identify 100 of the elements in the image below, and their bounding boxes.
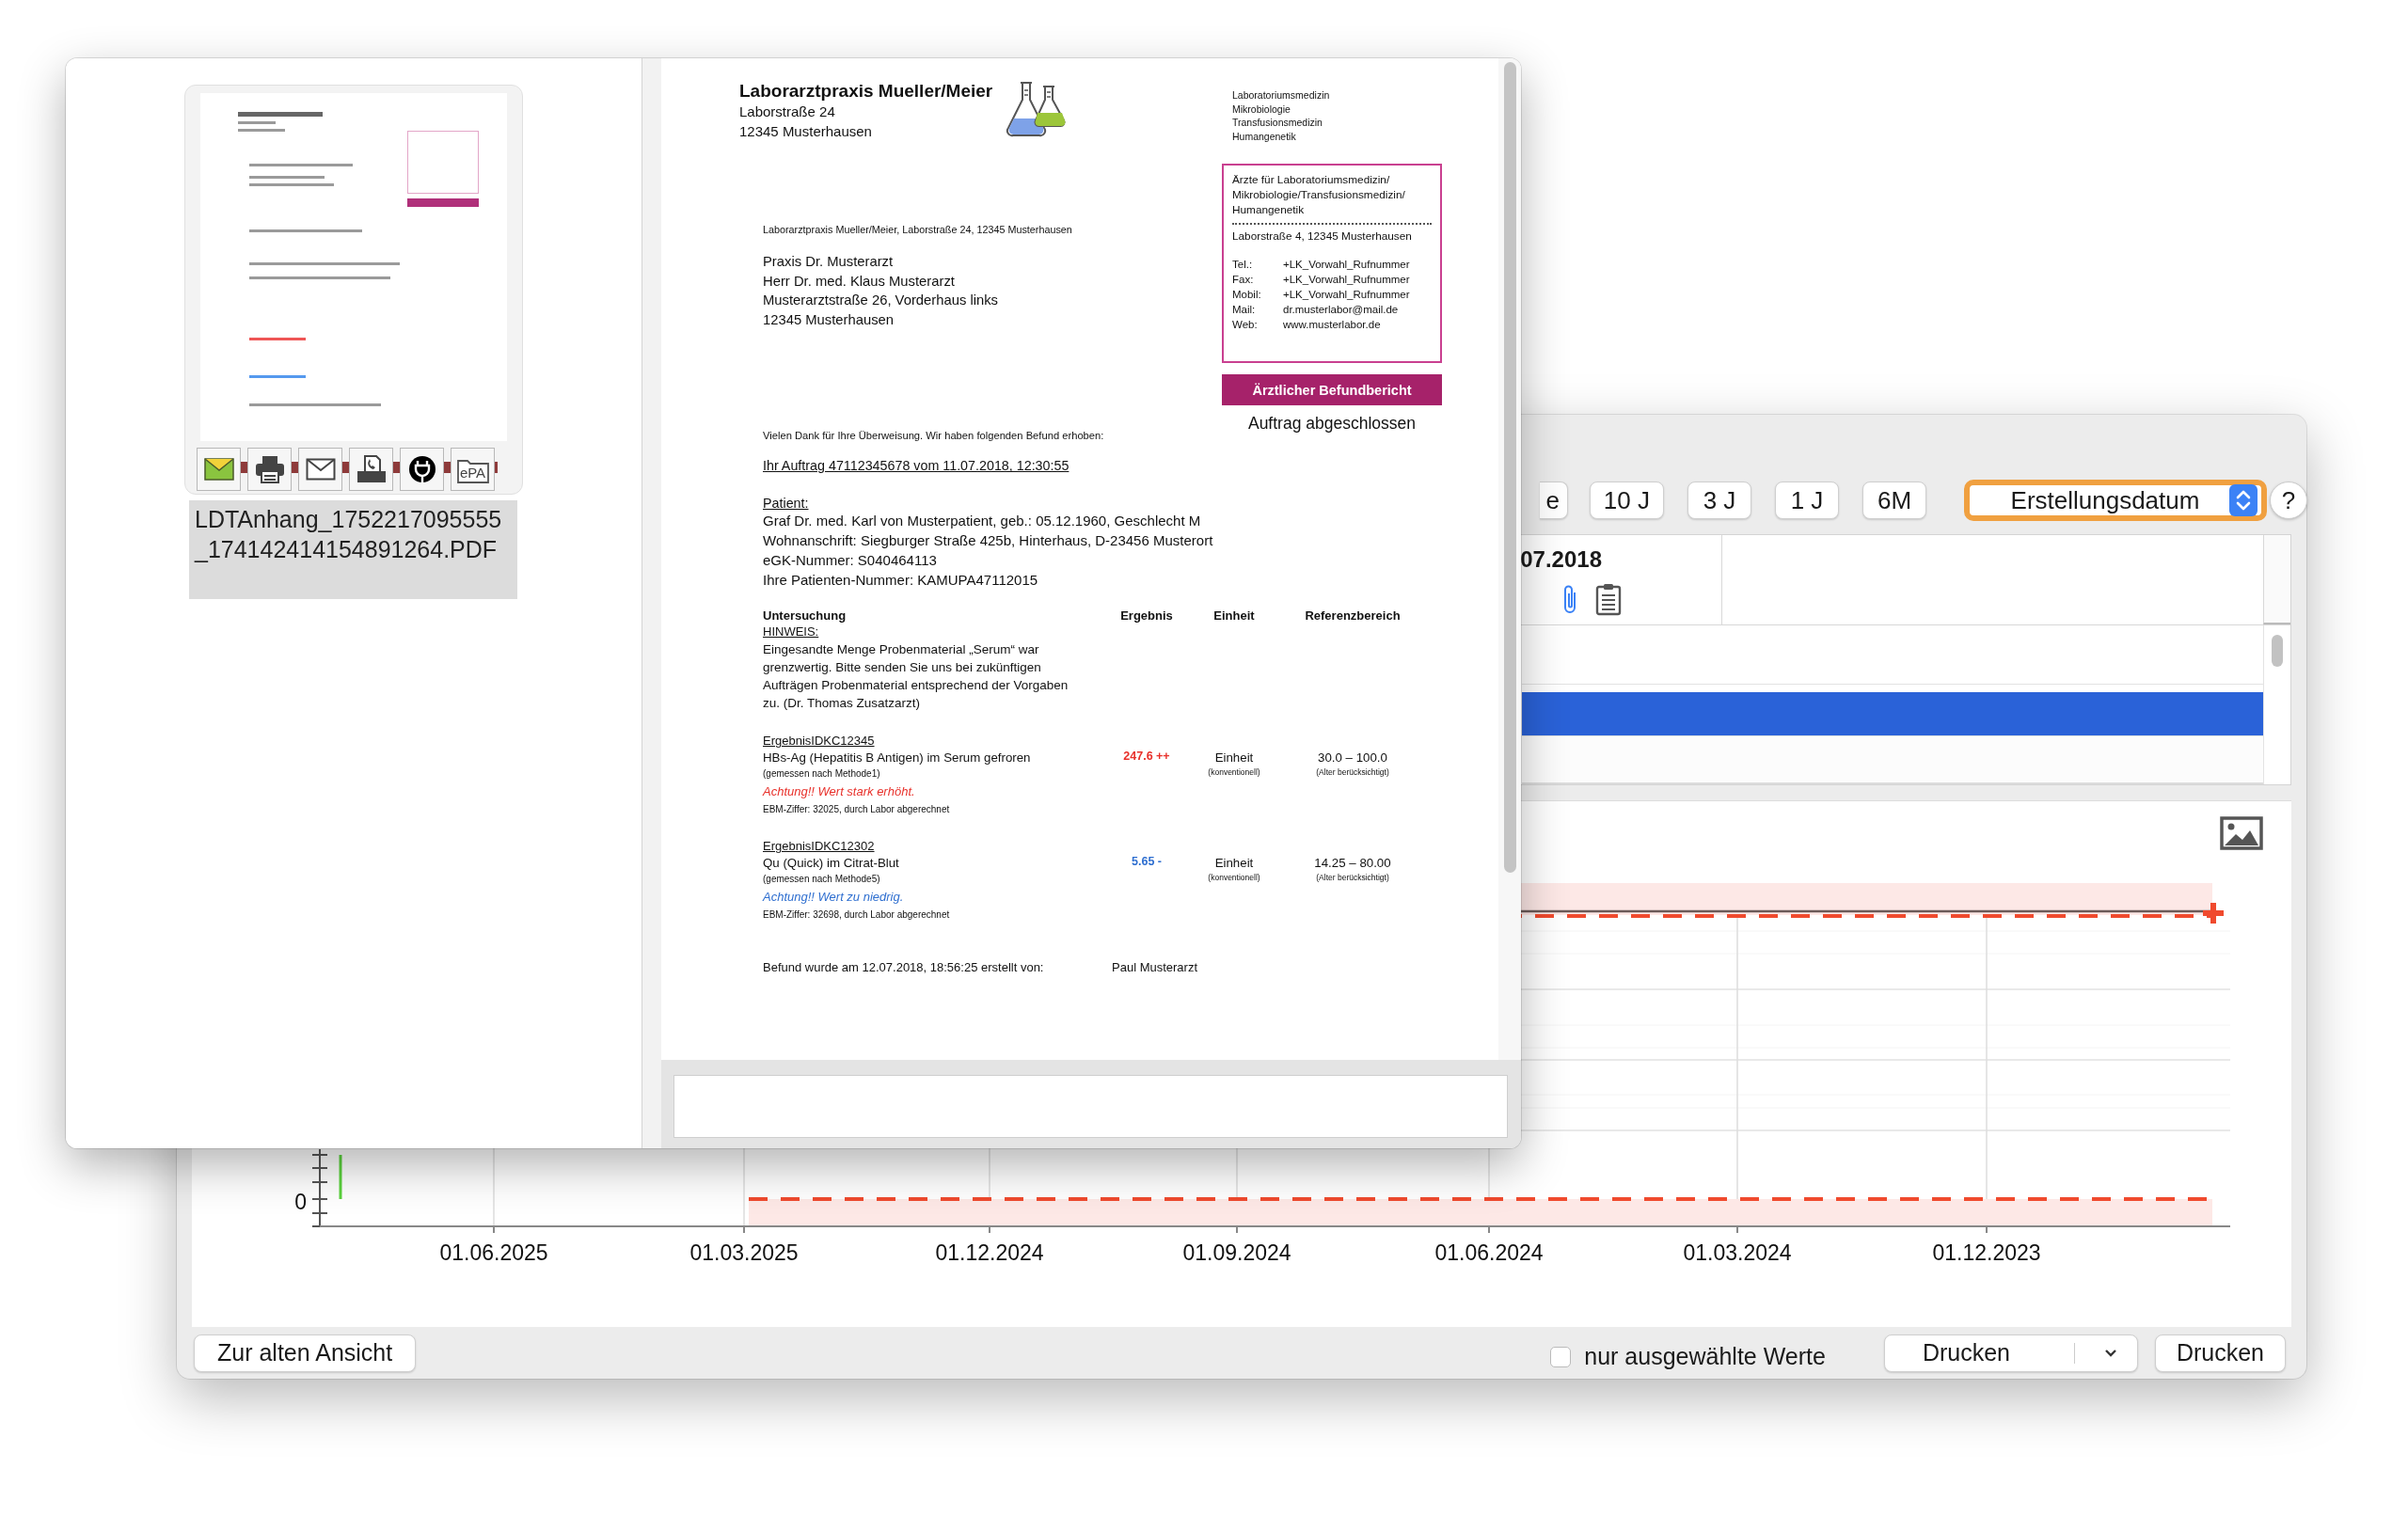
intro-text: Vielen Dank für Ihre Überweisung. Wir haben folgenden Befund erhoben: (763, 430, 1105, 442)
patient-line: Ihre Patienten-Nummer: KAMUPA47112015 (763, 571, 1039, 591)
image-icon[interactable] (2220, 816, 2263, 850)
comment-field[interactable] (673, 1075, 1508, 1138)
order-status: Auftrag abgeschlossen (1246, 414, 1417, 434)
checkbox-label: nur ausgewählte Werte (1584, 1343, 1826, 1370)
contact-label: Fax: (1232, 273, 1255, 288)
specialty-line: Humangenetik (1232, 129, 1297, 144)
test-name: HBs-Ag (Hepatitis B Antigen) im Serum gefroren (763, 750, 1032, 767)
contact-address: Laborstraße 4, 12345 Musterhausen (1232, 229, 1413, 244)
note-text: Eingesandte Menge Probenmaterial „Serum“ war grenzwertig. Bitte senden Sie uns bei zukünftigen Aufträgen Probenmaterial entsprechend der Vorgaben zu. (Dr. Thomas Zusatzarzt) (763, 641, 1069, 713)
unit-note: (konventionell) (1207, 872, 1261, 884)
envelope-icon (298, 448, 342, 491)
measurement-line (339, 1155, 342, 1199)
table-row[interactable] (1522, 692, 2263, 736)
axis-tick-label: 01.12.2024 (935, 1240, 1044, 1265)
patient-line: Wohnanschrift: Siegburger Straße 425b, Hinterhaus, D-23456 Musterort (763, 531, 1214, 551)
contact-title-line: Mikrobiologie/Transfusionsmedizin/ (1232, 187, 1406, 203)
column-header: Referenzbereich (1304, 608, 1402, 624)
unit: Einheit (1213, 750, 1255, 767)
contact-value: +LK_Vorwahl_Rufnummer (1283, 258, 1411, 273)
sort-select[interactable]: Erstellungsdatum (1964, 480, 2267, 521)
column-header: Ergebnis (1119, 608, 1174, 624)
reference-range: 14.25 – 80.00 (1313, 855, 1392, 873)
specialty-line: Transfusionsmedizin (1232, 116, 1323, 130)
plug-icon (400, 448, 444, 491)
patient-line: Graf Dr. med. Karl von Musterpatient, geb.: 05.12.1960, Geschlecht M (763, 512, 1202, 531)
unit: Einheit (1213, 855, 1255, 873)
result-id: ErgebnisIDKC12345 (763, 733, 876, 750)
signature-text: Befund wurde am 12.07.2018, 18:56:25 erstellt von: (763, 960, 1045, 975)
report-type-banner: Ärztlicher Befundbericht (1222, 374, 1442, 406)
column-header: 07.2018 (1520, 546, 1602, 573)
specialty-line: Mikrobiologie (1232, 102, 1291, 117)
printer-icon (247, 448, 292, 491)
recipient-line: 12345 Musterhausen (763, 311, 895, 330)
stepper-icon (2229, 484, 2258, 516)
axis-tick-label: 01.03.2025 (689, 1240, 799, 1265)
axis-tick-label: 0 (294, 1190, 307, 1214)
note-heading: HINWEIS: (763, 624, 820, 641)
section-heading: Patient: (763, 496, 810, 512)
old-view-button[interactable]: Zur alten Ansicht (194, 1334, 417, 1372)
epa-button: ePA (451, 448, 495, 491)
range-button[interactable]: 1 J (1775, 482, 1839, 519)
attachment-card[interactable]: ePA (184, 85, 523, 495)
axis-tick-label: 01.03.2024 (1683, 1240, 1792, 1265)
fax-icon (349, 448, 393, 491)
clipboard-icon (1594, 582, 1623, 616)
result-id: ErgebnisIDKC12302 (763, 838, 876, 856)
data-point-marker (2200, 900, 2226, 926)
address-line: Laborstraße 24 (739, 103, 836, 121)
result-value: 5.65 - (1131, 855, 1163, 869)
contact-title-line: Humangenetik (1232, 202, 1306, 218)
chevron-icon (2102, 1347, 2118, 1359)
print-menu-button[interactable]: Drucken (1883, 1334, 2138, 1372)
contact-title-line: Ärzte für Laboratoriumsmedizin/ (1232, 172, 1391, 188)
patient-line: eGK-Nummer: S040464113 (763, 551, 938, 571)
contact-label: Mobil: (1232, 288, 1262, 303)
range-button[interactable]: e (1539, 482, 1568, 519)
method-note: (gemessen nach Methode5) (763, 873, 881, 887)
recipient-line: Praxis Dr. Musterarzt (763, 253, 895, 271)
column-header: Einheit (1212, 608, 1256, 624)
reference-range: 30.0 – 100.0 (1317, 750, 1388, 767)
billing-note: EBM-Ziffer: 32025, durch Labor abgerechnet (763, 803, 951, 817)
file-name[interactable]: LDTAnhang_1752217095555_174142414154891264.PDF (189, 500, 517, 599)
unit-note: (konventionell) (1207, 766, 1261, 779)
scrollbar-thumb[interactable] (1503, 62, 1516, 873)
address-line: 12345 Musterhausen (739, 122, 873, 141)
specialty-line: Laboratoriumsmedizin (1232, 88, 1331, 103)
range-note: (Alter berücksichtigt) (1315, 766, 1390, 779)
range-button[interactable]: 3 J (1687, 482, 1751, 519)
axis-tick-label: 01.09.2024 (1182, 1240, 1291, 1265)
warning-text: Achtung!! Wert zu niedrig. (763, 889, 905, 907)
range-button[interactable]: 10 J (1589, 482, 1664, 519)
scrollbar-thumb[interactable] (2272, 635, 2283, 667)
axis-tick-label: 01.06.2024 (1434, 1240, 1544, 1265)
contact-label: Web: (1232, 318, 1259, 333)
recipient-line: Herr Dr. med. Klaus Musterarzt (763, 272, 956, 291)
print-button[interactable]: Drucken (2154, 1334, 2286, 1372)
contact-value: +LK_Vorwahl_Rufnummer (1283, 288, 1411, 303)
column-header: Untersuchung (763, 608, 848, 624)
test-name: Qu (Quick) im Citrat-Blut (763, 855, 900, 873)
axis-tick-label: 01.06.2025 (439, 1240, 548, 1265)
contact-value: www.musterlabor.de (1283, 318, 1382, 333)
help-button[interactable]: ? (2270, 482, 2307, 519)
contact-value: +LK_Vorwahl_Rufnummer (1283, 273, 1411, 288)
axis-tick-label: 01.12.2023 (1932, 1240, 2041, 1265)
envelope-icon (197, 448, 241, 491)
warning-text: Achtung!! Wert stark erhöht. (763, 783, 916, 801)
range-note: (Alter berücksichtigt) (1315, 872, 1390, 884)
contact-label: Tel.: (1232, 258, 1254, 273)
author-name: Paul Musterarzt (1112, 960, 1198, 975)
contact-label: Mail: (1232, 303, 1257, 318)
result-value: 247.6 ++ (1122, 750, 1171, 764)
order-line: Ihr Auftrag 47112345678 vom 11.07.2018, 12:30:55 (763, 458, 1070, 474)
billing-note: EBM-Ziffer: 32698, durch Labor abgerechnet (763, 908, 951, 923)
contact-value: dr.musterlabor@mail.de (1283, 303, 1400, 318)
range-button[interactable]: 6M (1862, 482, 1926, 519)
recipient-line: Musterarztstraße 26, Vorderhaus links (763, 292, 999, 310)
sender-line: Laborarztpraxis Mueller/Meier, Laborstraße 24, 12345 Musterhausen (762, 224, 1073, 235)
checkbox[interactable] (1550, 1346, 1572, 1367)
